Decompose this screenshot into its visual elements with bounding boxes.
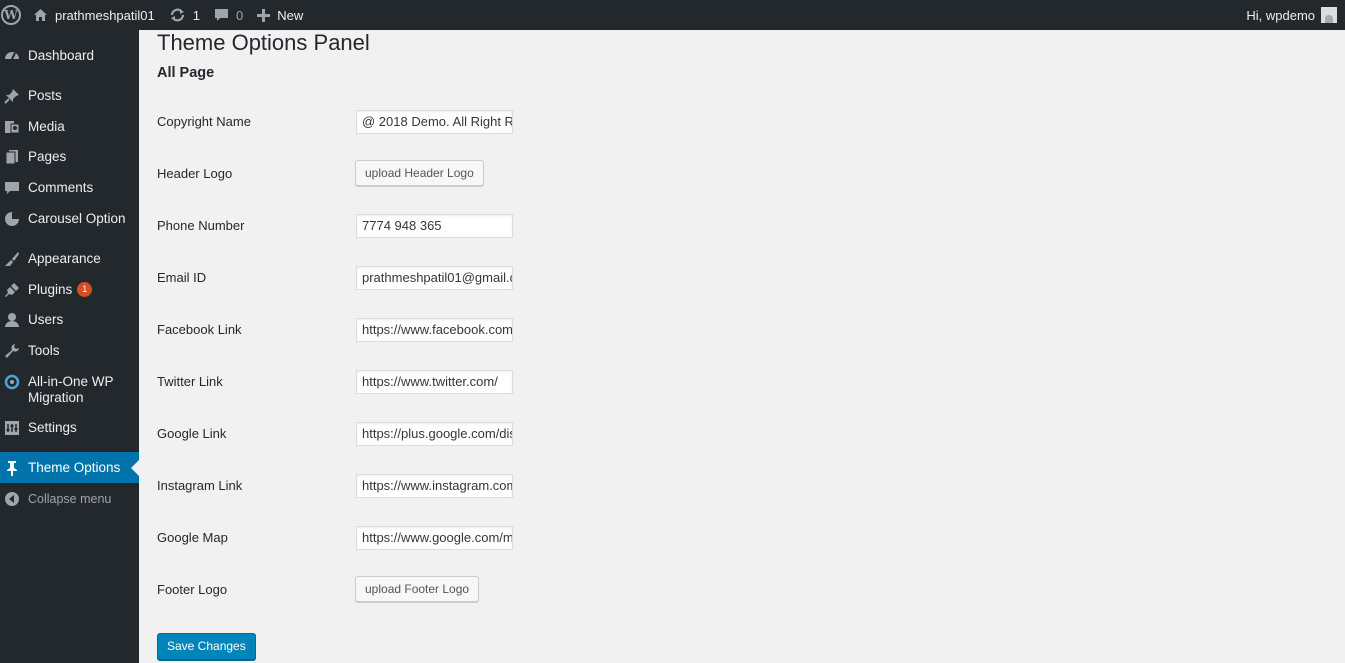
sidebar-item-label: Theme Options <box>28 459 121 475</box>
google-field[interactable]: https://plus.google.com/discover <box>356 422 513 446</box>
dashboard-icon <box>4 48 20 64</box>
sidebar-item-label: Collapse menu <box>28 492 112 506</box>
sidebar-item-theme-options[interactable]: Theme Options <box>0 452 139 483</box>
greeting: Hi, wpdemo <box>1246 7 1315 23</box>
site-name-link[interactable]: prathmeshpatil01 <box>33 0 155 30</box>
updates-count: 1 <box>192 7 200 23</box>
sidebar-item-media[interactable]: Media <box>0 119 139 135</box>
page-title: Theme Options Panel <box>157 30 370 55</box>
twitter-field[interactable]: https://www.twitter.com/ <box>356 370 513 394</box>
sidebar-item-label: Pages <box>28 149 67 164</box>
sidebar-item-label: Media <box>28 119 65 134</box>
wrench-icon <box>4 343 20 359</box>
plus-icon <box>257 8 271 22</box>
sidebar-item-label: Plugins <box>28 282 73 297</box>
migration-icon <box>4 374 20 390</box>
pages-icon <box>4 149 20 165</box>
sidebar-item-posts[interactable]: Posts <box>0 88 139 104</box>
media-icon <box>4 119 20 135</box>
new-label: New <box>277 7 304 23</box>
sidebar-item-label: Comments <box>28 180 94 195</box>
plugin-icon <box>4 282 20 298</box>
instagram-label: Instagram Link <box>157 478 243 493</box>
new-content-link[interactable]: New <box>257 0 303 30</box>
carousel-icon <box>4 211 20 227</box>
admin-bar: W prathmeshpatil01 1 0 New Hi, wpdemo <box>0 0 1345 30</box>
copyright-field[interactable]: @ 2018 Demo. All Right Reserved <box>356 110 513 134</box>
sidebar-item-label: Carousel Option <box>28 211 126 226</box>
twitter-label: Twitter Link <box>157 374 223 389</box>
collapse-menu-button[interactable]: Collapse menu <box>0 491 139 507</box>
sidebar-item-label: Tools <box>28 343 60 358</box>
sidebar-item-label: Settings <box>28 420 77 435</box>
settings-icon <box>4 420 20 436</box>
sidebar-item-label: All-in-One WP <box>28 374 114 389</box>
updates-link[interactable]: 1 <box>169 0 200 30</box>
email-label: Email ID <box>157 270 207 285</box>
phone-field[interactable]: 7774 948 365 <box>356 214 513 238</box>
comments-link[interactable]: 0 <box>214 0 243 30</box>
phone-label: Phone Number <box>157 218 245 233</box>
user-icon <box>4 312 20 328</box>
sidebar-item-all-in-one-wp-migration[interactable]: All-in-One WP Migration <box>0 374 139 406</box>
sidebar-item-comments[interactable]: Comments <box>0 180 139 196</box>
section-title: All Page <box>157 65 215 81</box>
comment-icon <box>214 8 229 22</box>
my-account[interactable]: Hi, wpdemo <box>1246 7 1345 23</box>
header-logo-label: Header Logo <box>157 166 233 181</box>
sidebar-item-label-group: All-in-One WP Migration <box>28 374 114 406</box>
sidebar-item-appearance[interactable]: Appearance <box>0 251 139 267</box>
plugins-update-badge: 1 <box>77 282 93 297</box>
sidebar-item-tools[interactable]: Tools <box>0 343 139 359</box>
sidebar-item-carousel-option[interactable]: Carousel Option <box>0 211 139 227</box>
comment-icon <box>4 180 20 196</box>
sidebar-item-label-line2: Migration <box>28 390 84 405</box>
brush-icon <box>4 251 20 267</box>
comments-count: 0 <box>235 7 244 23</box>
google-map-label: Google Map <box>157 530 228 545</box>
pin-icon <box>4 460 20 476</box>
wordpress-logo-icon[interactable]: W <box>1 5 21 25</box>
sidebar-item-settings[interactable]: Settings <box>0 420 139 436</box>
upload-footer-logo-button[interactable]: upload Footer Logo <box>355 576 480 602</box>
avatar <box>1321 7 1337 23</box>
sidebar-item-label: Dashboard <box>28 48 95 63</box>
sidebar-item-users[interactable]: Users <box>0 312 139 328</box>
upload-header-logo-button[interactable]: upload Header Logo <box>355 160 484 186</box>
sidebar-item-plugins[interactable]: Plugins 1 <box>0 282 139 298</box>
active-indicator <box>131 459 139 476</box>
footer-logo-label: Footer Logo <box>157 582 228 597</box>
home-icon <box>33 8 48 22</box>
copyright-label: Copyright Name <box>157 114 251 129</box>
pin-icon <box>4 88 20 104</box>
email-field[interactable]: prathmeshpatil01@gmail.com <box>356 266 513 290</box>
google-map-field[interactable]: https://www.google.com/maps <box>356 526 513 550</box>
facebook-label: Facebook Link <box>157 322 242 337</box>
admin-sidebar: Dashboard Posts Media Pages Comments Car… <box>0 30 139 663</box>
site-name: prathmeshpatil01 <box>55 7 155 23</box>
facebook-field[interactable]: https://www.facebook.com/ <box>356 318 513 342</box>
sidebar-item-label: Appearance <box>28 251 101 266</box>
refresh-icon <box>169 8 186 22</box>
sidebar-item-label: Users <box>28 312 64 327</box>
save-changes-button[interactable]: Save Changes <box>157 633 256 660</box>
instagram-field[interactable]: https://www.instagram.com/ <box>356 474 513 498</box>
sidebar-item-label: Posts <box>28 88 62 103</box>
collapse-icon <box>4 491 20 507</box>
google-label: Google Link <box>157 426 227 441</box>
sidebar-item-dashboard[interactable]: Dashboard <box>0 48 139 64</box>
sidebar-item-pages[interactable]: Pages <box>0 149 139 165</box>
